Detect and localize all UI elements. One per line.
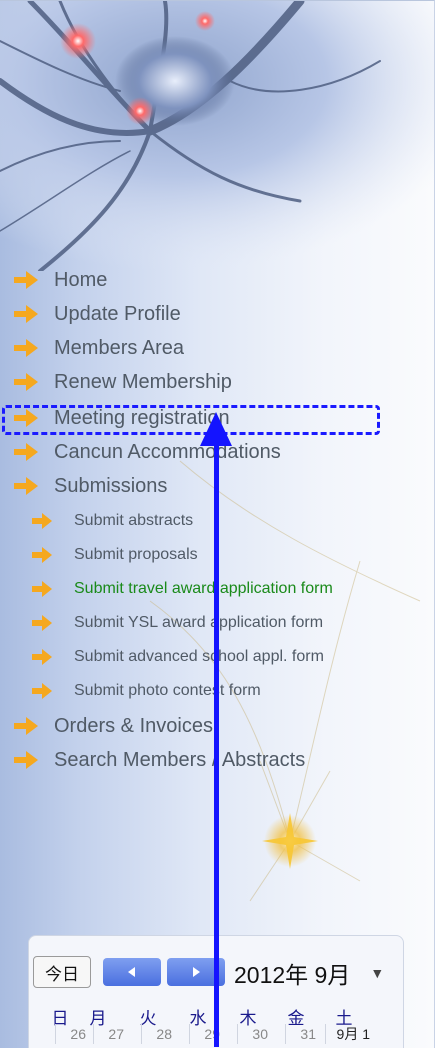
calendar-month-select[interactable]: 2012年 9月 ▼: [234, 956, 384, 990]
nav-subitem-label: Submit travel award application form: [74, 580, 333, 597]
chevron-down-icon: ▼: [370, 965, 385, 981]
highlight-box: [2, 405, 380, 435]
calendar-widget: 今日 2012年 9月 ▼ 日 月 火 水 木 金 土 26 27 28 29 …: [28, 935, 404, 1048]
calendar-month-label: 2012年 9月: [234, 962, 351, 988]
arrow-right-icon: [14, 271, 38, 289]
nav-item-home[interactable]: Home: [12, 265, 107, 295]
nav-subitem-submit-ysl-award[interactable]: Submit YSL award application form: [30, 609, 323, 637]
nav-subitem-label: Submit proposals: [74, 546, 198, 563]
calendar-next-button[interactable]: [167, 958, 225, 986]
arrow-right-icon: [14, 477, 38, 495]
calendar-today-button[interactable]: 今日: [33, 956, 91, 988]
arrow-right-icon: [14, 443, 38, 461]
arrow-right-icon: [14, 717, 38, 735]
nav-item-search-members-abstracts[interactable]: Search Members / Abstracts: [12, 745, 305, 775]
arrow-right-icon: [32, 513, 52, 529]
nav-item-label: Submissions: [54, 474, 168, 497]
nav-subitem-submit-proposals[interactable]: Submit proposals: [30, 541, 198, 569]
calendar-prev-button[interactable]: [103, 958, 161, 986]
nav-subitem-label: Submit abstracts: [74, 512, 194, 529]
nav-item-label: Search Members / Abstracts: [54, 748, 306, 771]
sidebar-panel: Home Update Profile Members Area Renew M…: [0, 0, 435, 1048]
calendar-day[interactable]: 9月 1: [325, 1024, 373, 1044]
nav-item-renew-membership[interactable]: Renew Membership: [12, 367, 232, 397]
nav-item-label: Update Profile: [54, 302, 181, 325]
nav-item-label: Home: [54, 268, 108, 291]
nav-item-label: Cancun Accommodations: [54, 440, 281, 463]
arrow-right-icon: [32, 581, 52, 597]
calendar-day[interactable]: 31: [285, 1024, 319, 1044]
nav-item-submissions[interactable]: Submissions: [12, 471, 167, 501]
arrow-right-icon: [14, 751, 38, 769]
arrow-right-icon: [14, 305, 38, 323]
calendar-day[interactable]: 29: [189, 1024, 223, 1044]
nav-item-members-area[interactable]: Members Area: [12, 333, 184, 363]
calendar-day[interactable]: 30: [237, 1024, 271, 1044]
arrow-right-icon: [32, 683, 52, 699]
arrow-right-icon: [14, 339, 38, 357]
arrow-right-icon: [32, 649, 52, 665]
nav-item-label: Renew Membership: [54, 370, 232, 393]
nav-item-orders-invoices[interactable]: Orders & Invoices: [12, 711, 213, 741]
nav-subitem-label: Submit photo contest form: [74, 682, 261, 699]
calendar-day[interactable]: 26: [55, 1024, 89, 1044]
nav-subitem-submit-abstracts[interactable]: Submit abstracts: [30, 507, 193, 535]
nav-subitem-submit-advanced-school[interactable]: Submit advanced school appl. form: [30, 643, 324, 671]
neuron-banner-image: [0, 1, 434, 271]
nav-subitem-label: Submit YSL award application form: [74, 614, 324, 631]
arrow-right-icon: [32, 615, 52, 631]
nav-item-label: Orders & Invoices: [54, 714, 213, 737]
arrow-right-icon: [32, 547, 52, 563]
arrow-right-icon: [14, 373, 38, 391]
triangle-right-icon: [193, 967, 200, 977]
nav-item-cancun-accommodations[interactable]: Cancun Accommodations: [12, 437, 281, 467]
nav-item-label: Members Area: [54, 336, 185, 359]
calendar-day[interactable]: 27: [93, 1024, 127, 1044]
nav-subitem-label: Submit advanced school appl. form: [74, 648, 324, 665]
nav-subitem-submit-photo-contest[interactable]: Submit photo contest form: [30, 677, 261, 705]
triangle-left-icon: [128, 967, 135, 977]
nav-subitem-submit-travel-award[interactable]: Submit travel award application form: [30, 575, 333, 603]
nav-item-update-profile[interactable]: Update Profile: [12, 299, 181, 329]
calendar-day[interactable]: 28: [141, 1024, 175, 1044]
